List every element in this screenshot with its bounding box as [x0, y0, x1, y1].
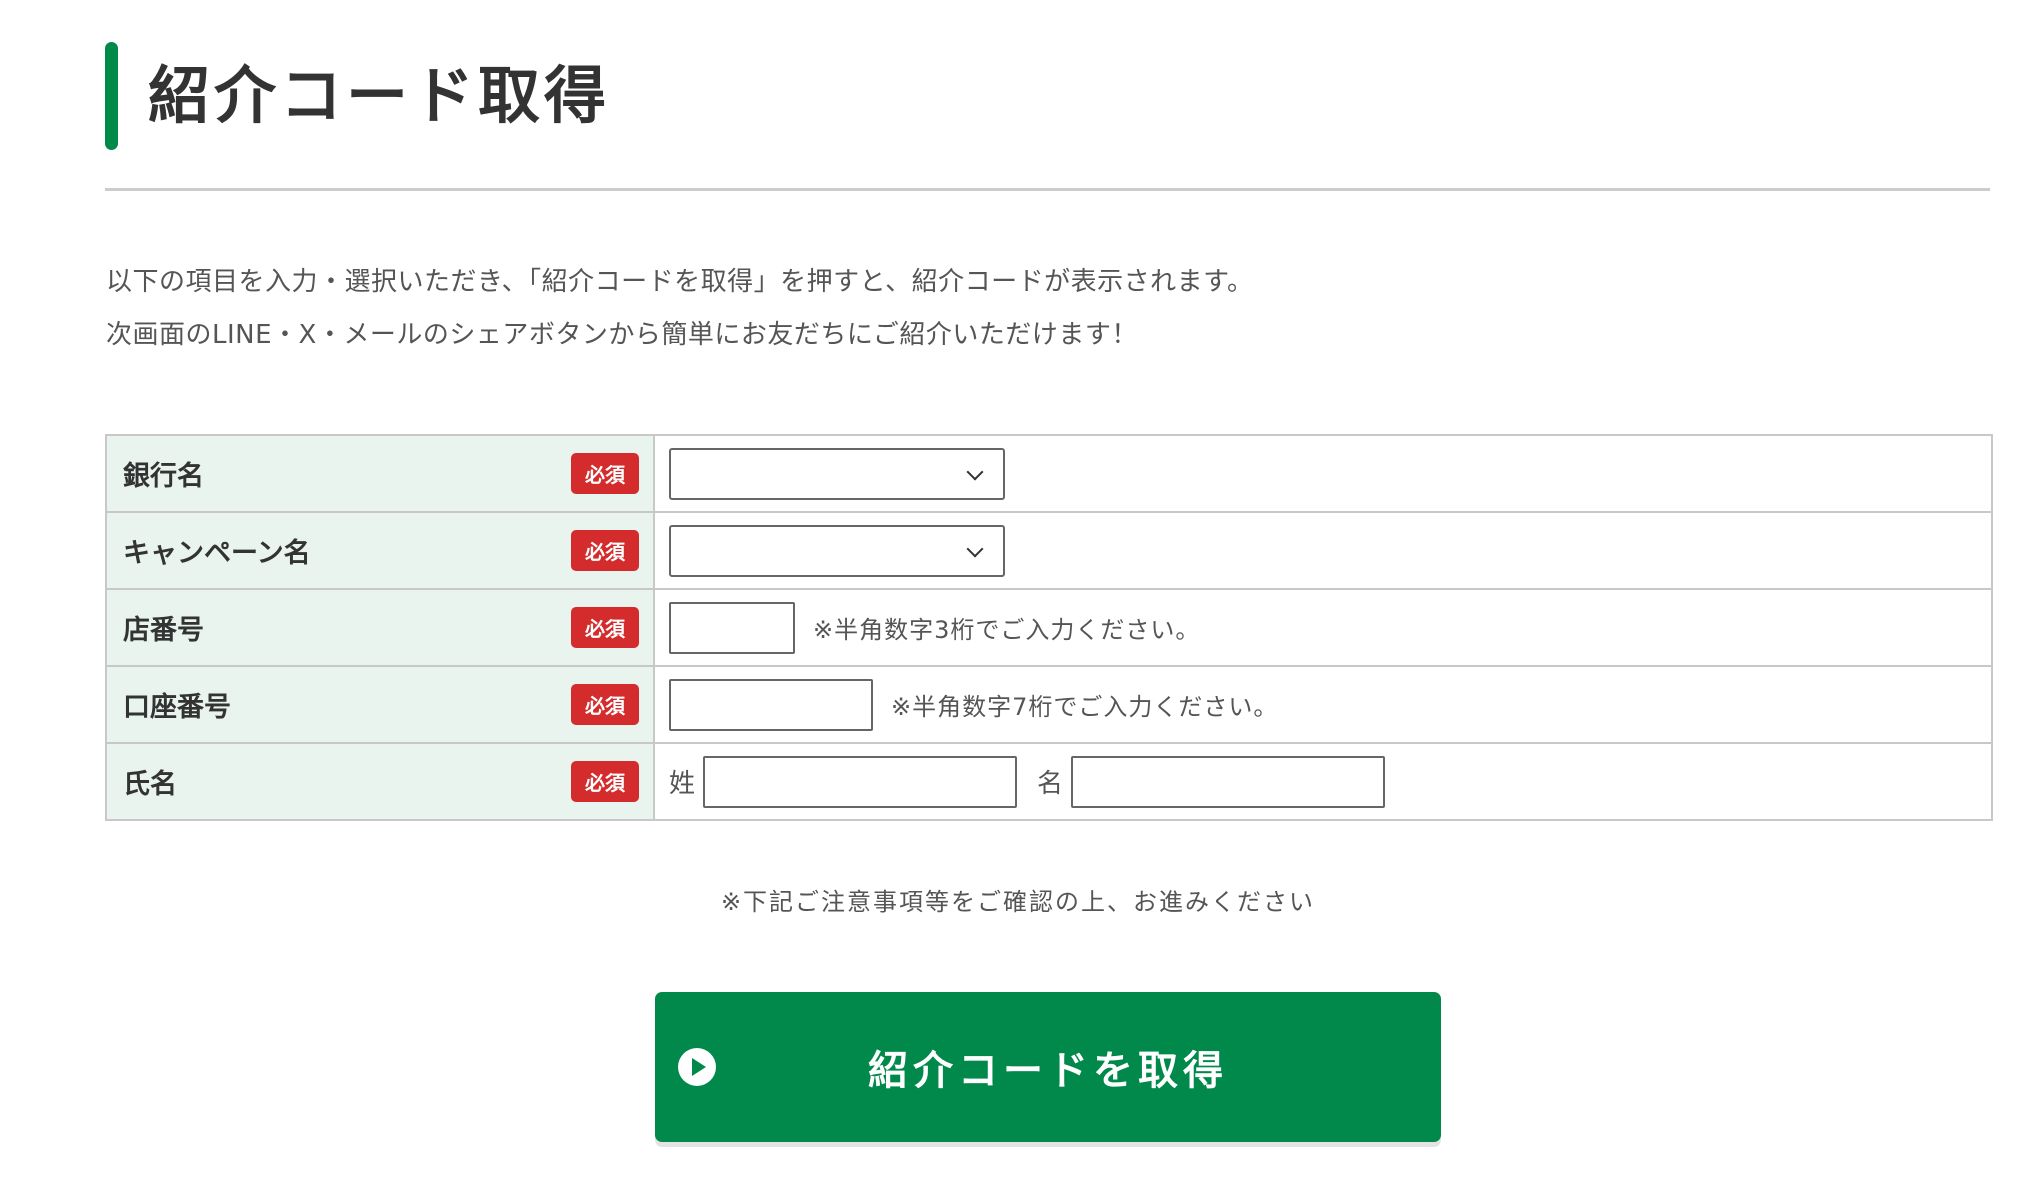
- first-name-group: 名: [1037, 755, 1386, 808]
- form-row-full-name: 氏名 必須 姓 名: [107, 744, 1991, 819]
- branch-number-input[interactable]: [669, 601, 795, 654]
- input-cell: [655, 513, 1991, 588]
- form-row-branch-number: 店番号 必須 ※半角数字3桁でご入力ください。: [107, 590, 1991, 667]
- chevron-down-icon: [966, 540, 984, 557]
- account-number-hint: ※半角数字7桁でご入力ください。: [891, 693, 1279, 721]
- page-header: 紹介コード取得: [105, 42, 1990, 192]
- field-label-bank-name: 銀行名: [123, 461, 204, 492]
- confirmation-notice: ※下記ご注意事項等をご確認の上、お進みください: [720, 888, 1316, 916]
- last-name-label: 姓: [669, 769, 696, 799]
- play-circle-icon: [678, 1048, 716, 1086]
- required-badge: 必須: [571, 453, 639, 494]
- label-cell: 氏名 必須: [107, 744, 655, 819]
- referral-form: 銀行名 必須 キャンペーン名 必須 店番号 必須 ※半角数字3桁でご入力ください…: [105, 434, 1993, 821]
- intro-text: 以下の項目を入力・選択いただき、「紹介コードを取得」を押すと、紹介コードが表示さ…: [106, 256, 1254, 362]
- field-label-full-name: 氏名: [123, 769, 177, 800]
- required-badge: 必須: [571, 761, 639, 802]
- label-cell: 店番号 必須: [107, 590, 655, 665]
- input-cell: 姓 名: [655, 744, 1991, 819]
- required-badge: 必須: [571, 530, 639, 571]
- label-cell: 銀行名 必須: [107, 436, 655, 511]
- last-name-input[interactable]: [703, 755, 1018, 808]
- page-title: 紹介コード取得: [148, 59, 611, 132]
- campaign-name-select[interactable]: [669, 524, 1005, 577]
- required-badge: 必須: [571, 684, 639, 725]
- field-label-campaign-name: キャンペーン名: [123, 538, 311, 569]
- branch-number-hint: ※半角数字3桁でご入力ください。: [813, 616, 1201, 644]
- submit-button-label: 紹介コードを取得: [868, 1048, 1228, 1094]
- intro-line-2: 次画面のLINE・X・メールのシェアボタンから簡単にお友だちにご紹介いただけます…: [106, 320, 1138, 350]
- last-name-group: 姓: [669, 755, 1018, 808]
- bank-name-select[interactable]: [669, 447, 1005, 500]
- intro-line-1: 以下の項目を入力・選択いただき、「紹介コードを取得」を押すと、紹介コードが表示さ…: [106, 267, 1254, 297]
- get-referral-code-button[interactable]: 紹介コードを取得: [655, 992, 1441, 1142]
- input-cell: ※半角数字7桁でご入力ください。: [655, 667, 1991, 742]
- label-cell: 口座番号 必須: [107, 667, 655, 742]
- first-name-label: 名: [1037, 769, 1064, 799]
- form-row-campaign-name: キャンペーン名 必須: [107, 513, 1991, 590]
- required-badge: 必須: [571, 607, 639, 648]
- form-row-account-number: 口座番号 必須 ※半角数字7桁でご入力ください。: [107, 667, 1991, 744]
- input-cell: [655, 436, 1991, 511]
- title-accent-bar: [105, 42, 118, 150]
- form-row-bank-name: 銀行名 必須: [107, 436, 1991, 513]
- first-name-input[interactable]: [1071, 755, 1386, 808]
- chevron-down-icon: [966, 463, 984, 480]
- header-divider: [105, 188, 1990, 191]
- label-cell: キャンペーン名 必須: [107, 513, 655, 588]
- field-label-branch-number: 店番号: [123, 615, 204, 646]
- input-cell: ※半角数字3桁でご入力ください。: [655, 590, 1991, 665]
- account-number-input[interactable]: [669, 678, 873, 731]
- field-label-account-number: 口座番号: [123, 692, 231, 723]
